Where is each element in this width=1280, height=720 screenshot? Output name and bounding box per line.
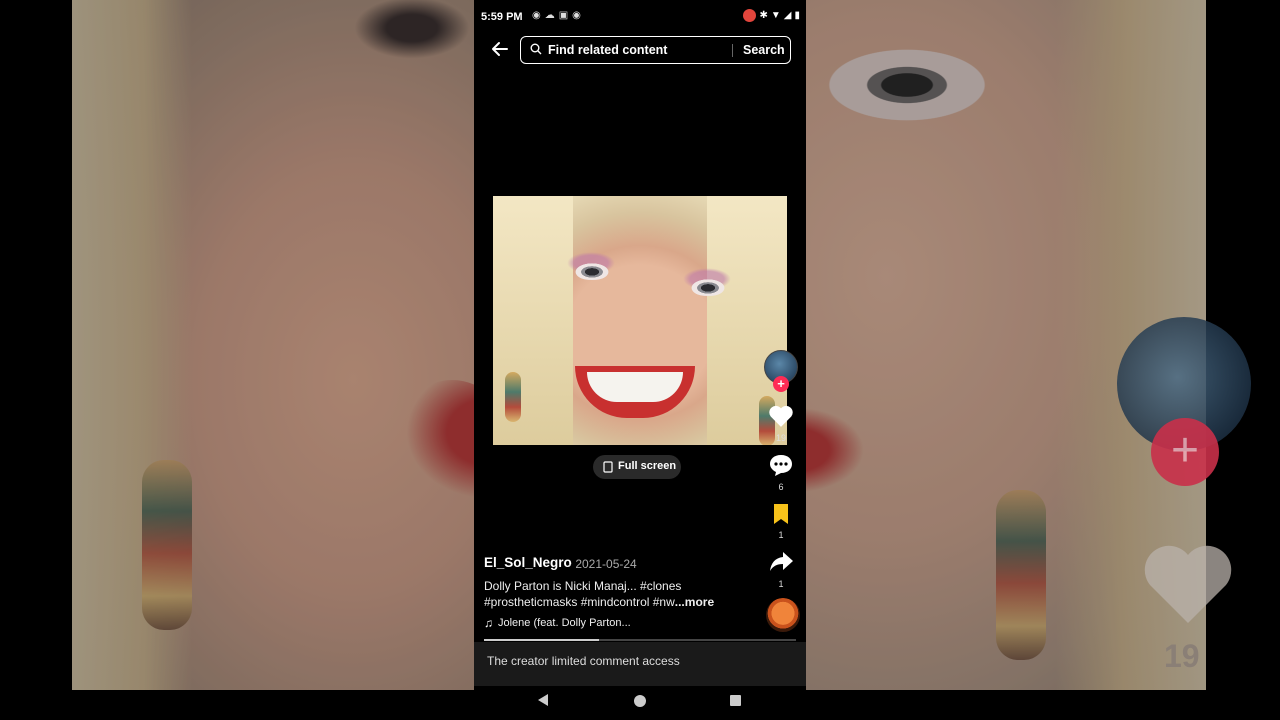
comment-bar: The creator limited comment access [474,642,806,686]
search-placeholder: Find related content [548,43,668,57]
background-heart-icon [1144,545,1232,623]
nav-back-icon[interactable] [538,694,548,706]
vibrate-icon: ✱ [759,10,768,21]
background-blur-left [72,0,474,690]
caption-line-2: #prostheticmasks #mindcontrol #nw...more [484,595,714,609]
background-follow-icon: + [1151,418,1219,486]
signal-icon: ◢ [783,10,792,21]
caption-text: #prostheticmasks #mindcontrol #nw [484,595,675,609]
search-icon [530,43,542,55]
like-button[interactable]: 19 [763,404,799,443]
nav-home-icon[interactable] [634,695,646,707]
back-arrow-icon[interactable] [488,39,512,63]
like-count: 19 [775,433,786,443]
video-player[interactable] [493,196,787,445]
status-time: 5:59 PM [481,11,523,23]
notification-icons: ◉☁▣◉ [532,10,585,21]
status-bar: 5:59 PM ◉☁▣◉ ✱ ▼ ◢ ▮ [474,0,806,32]
system-nav-bar [474,686,806,720]
music-title[interactable]: Jolene (feat. Dolly Parton... [498,617,631,629]
background-like-count: 19 [1164,638,1200,674]
save-count: 1 [778,530,784,540]
fullscreen-icon [603,461,613,473]
record-icon [743,9,757,22]
music-note-icon: ♫ [484,616,493,630]
phone-screen: 5:59 PM ◉☁▣◉ ✱ ▼ ◢ ▮ Find related conten… [474,0,806,720]
follow-plus-icon[interactable]: + [773,376,789,392]
share-icon [770,552,793,571]
post-date: · 2021-05-24 [568,557,637,571]
search-input[interactable]: Find related content Search [520,36,791,64]
search-divider [732,44,733,57]
bookmark-icon [774,504,788,524]
wifi-icon: ▼ [770,10,781,21]
search-button[interactable]: Search [743,43,785,57]
comment-count: 6 [778,482,784,492]
fullscreen-button[interactable]: Full screen [593,455,681,479]
music-disc-icon[interactable] [766,598,800,632]
caption-line-1: Dolly Parton is Nicki Manaj... #clones [484,579,682,593]
comment-restriction-text: The creator limited comment access [487,654,680,668]
creator-username[interactable]: El_Sol_Negro [484,555,572,570]
battery-icon: ▮ [794,10,800,21]
more-link[interactable]: ...more [675,595,714,609]
comment-button[interactable]: 6 [763,453,799,492]
fullscreen-label: Full screen [618,460,677,472]
comment-icon [770,455,792,476]
heart-icon [769,405,793,427]
video-progress-bar[interactable] [484,639,796,641]
share-count: 1 [778,579,784,589]
nav-recents-icon[interactable] [730,695,741,706]
video-progress-fill [484,639,600,641]
system-icons: ✱ ▼ ◢ ▮ [743,9,800,22]
save-button[interactable]: 1 [763,503,799,540]
share-button[interactable]: 1 [763,550,799,589]
